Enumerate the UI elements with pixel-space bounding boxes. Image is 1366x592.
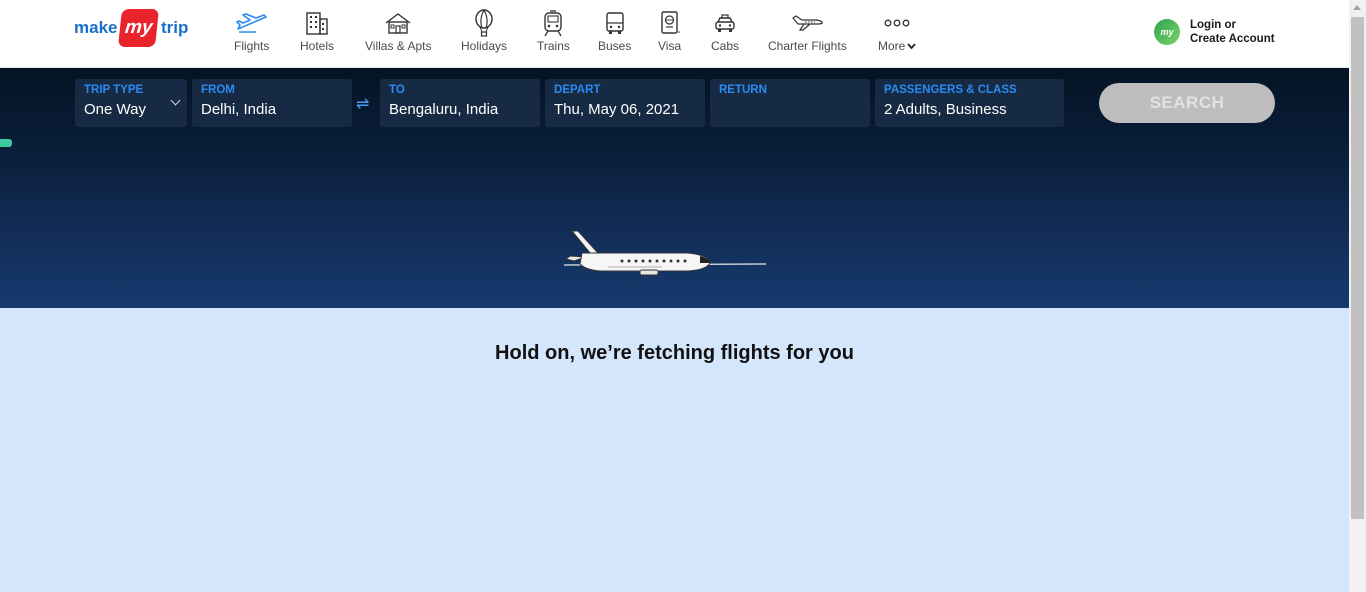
trip-type-label: TRIP TYPE <box>84 84 144 96</box>
nav-item-more[interactable]: More <box>878 8 917 53</box>
scroll-up-arrow-icon[interactable] <box>1353 5 1361 10</box>
header: make my trip Flights Hotels Villas & Apt… <box>0 0 1349 68</box>
nav-item-villas[interactable]: Villas & Apts <box>365 8 431 53</box>
to-value: Bengaluru, India <box>389 101 499 118</box>
trip-type-select[interactable]: TRIP TYPE One Way <box>75 79 187 127</box>
page: make my trip Flights Hotels Villas & Apt… <box>0 0 1366 592</box>
nav-item-hotels[interactable]: Hotels <box>300 8 334 53</box>
nav-item-trains[interactable]: Trains <box>537 8 570 53</box>
train-icon <box>541 8 565 38</box>
nav-label-trains: Trains <box>537 39 570 53</box>
nav-label-holidays: Holidays <box>461 39 508 53</box>
search-button[interactable]: SEARCH <box>1099 83 1275 123</box>
nav-label-buses: Buses <box>598 39 632 53</box>
nav-item-flights[interactable]: Flights <box>234 8 269 53</box>
passport-icon <box>659 8 681 38</box>
login-button[interactable]: my Login or Create Account <box>1154 18 1275 46</box>
nav-item-charter-flights[interactable]: Charter Flights <box>768 8 847 53</box>
logo-text-my: my <box>118 9 160 47</box>
nav-more-text: More <box>878 39 906 53</box>
nav-label-cabs: Cabs <box>711 39 740 53</box>
more-dots-icon <box>884 8 910 38</box>
airplane-illustration <box>563 230 767 276</box>
loading-message: Hold on, we’re fetching flights for you <box>495 342 854 364</box>
login-line1: Login or <box>1190 19 1236 31</box>
trip-type-value: One Way <box>84 101 146 118</box>
cab-icon <box>713 8 737 38</box>
depart-field[interactable]: DEPART Thu, May 06, 2021 <box>545 79 705 127</box>
logo-text-trip: trip <box>160 18 189 37</box>
return-label: RETURN <box>719 84 767 96</box>
villa-icon <box>384 8 412 38</box>
from-label: FROM <box>201 84 235 96</box>
depart-label: DEPART <box>554 84 601 96</box>
nav-label-charter-flights: Charter Flights <box>768 39 847 53</box>
passengers-label: PASSENGERS & CLASS <box>884 84 1017 96</box>
depart-value: Thu, May 06, 2021 <box>554 101 680 118</box>
hot-air-balloon-icon <box>473 8 495 38</box>
nav-item-cabs[interactable]: Cabs <box>711 8 739 53</box>
nav-label-hotels: Hotels <box>300 39 335 53</box>
nav-item-buses[interactable]: Buses <box>598 8 631 53</box>
logo-text-make: make <box>74 18 118 37</box>
makemytrip-logo[interactable]: make my trip <box>74 9 188 47</box>
nav-label-visa: Visa <box>658 39 682 53</box>
flight-icon <box>235 8 268 38</box>
bus-icon <box>604 8 626 38</box>
from-field[interactable]: FROM Delhi, India <box>192 79 352 127</box>
login-text: Login or Create Account <box>1190 18 1275 46</box>
hotel-icon <box>304 8 330 38</box>
nav-item-visa[interactable]: Visa <box>658 8 681 53</box>
to-label: TO <box>389 84 405 96</box>
nav-label-villas: Villas & Apts <box>365 39 432 53</box>
nav-label-more: More <box>878 39 917 53</box>
results-area: Hold on, we’re fetching flights for you <box>0 308 1349 592</box>
avatar: my <box>1154 19 1180 45</box>
passengers-class-field[interactable]: PASSENGERS & CLASS 2 Adults, Business <box>875 79 1064 127</box>
passengers-value: 2 Adults, Business <box>884 101 1007 118</box>
scrollbar-thumb[interactable] <box>1351 17 1364 519</box>
progress-indicator <box>0 139 12 147</box>
charter-plane-icon <box>790 8 824 38</box>
search-hero: TRIP TYPE One Way FROM Delhi, India ⇌ TO… <box>0 68 1349 308</box>
chevron-down-icon <box>907 43 917 50</box>
nav-item-holidays[interactable]: Holidays <box>461 8 507 53</box>
from-value: Delhi, India <box>201 101 277 118</box>
swap-icon[interactable]: ⇌ <box>356 94 369 114</box>
return-field[interactable]: RETURN <box>710 79 870 127</box>
to-field[interactable]: TO Bengaluru, India <box>380 79 540 127</box>
page-scrollbar[interactable] <box>1349 0 1366 592</box>
login-line2: Create Account <box>1190 33 1275 45</box>
nav-label-flights: Flights <box>234 39 270 53</box>
